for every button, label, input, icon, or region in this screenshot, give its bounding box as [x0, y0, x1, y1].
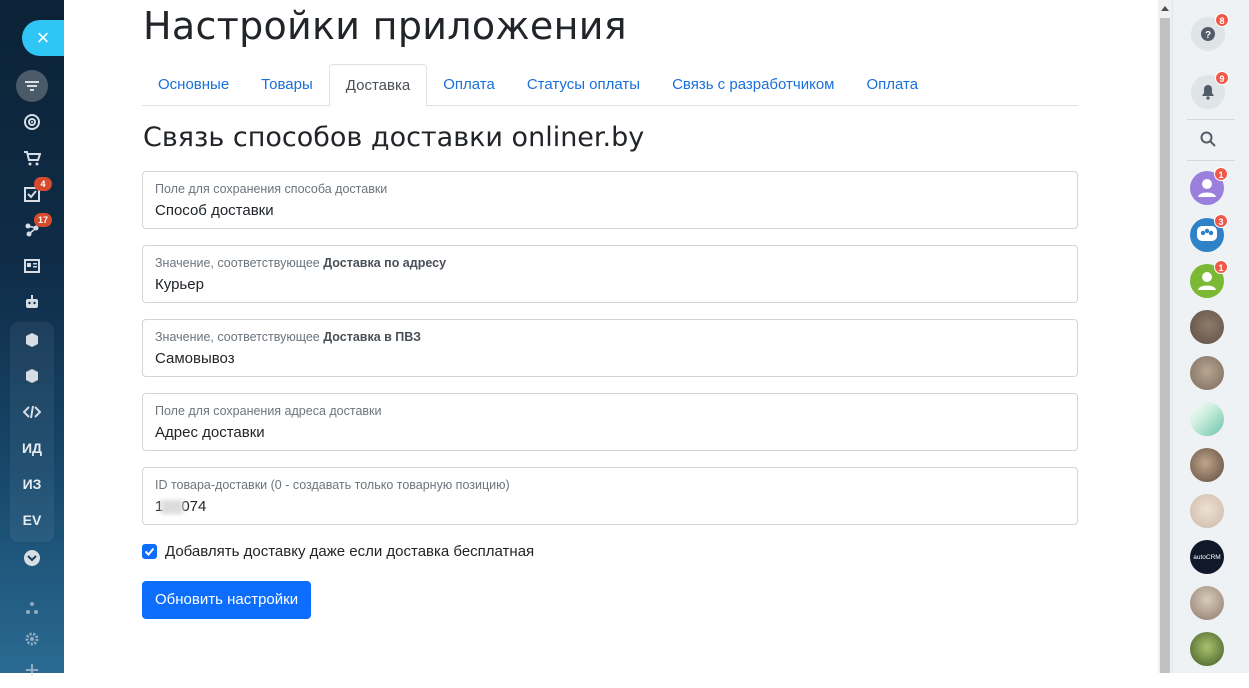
group-chat-badge: 3 [1214, 214, 1228, 228]
checkmark-icon [144, 547, 155, 556]
field-value: Курьер [155, 276, 204, 293]
field-value: 1 074 [155, 498, 207, 515]
nav-app-id[interactable]: ИД [0, 430, 64, 466]
user-photo-avatar[interactable] [1190, 402, 1224, 436]
scroll-up-arrow-icon[interactable] [1161, 6, 1169, 11]
brand-avatar[interactable]: autoCRM [1190, 540, 1224, 574]
field-label: Поле для сохранения способа доставки [155, 182, 388, 196]
tab-payment-2[interactable]: Оплата [850, 64, 934, 106]
user-photo-avatar[interactable] [1190, 494, 1224, 528]
nav-app-box-1[interactable] [0, 322, 64, 358]
chevron-down-icon [24, 550, 40, 566]
code-icon [23, 405, 41, 419]
contact-badge: 1 [1214, 167, 1228, 181]
user-photo-avatar[interactable] [1190, 448, 1224, 482]
nav-tasks[interactable]: 4 [0, 176, 64, 212]
tab-delivery[interactable]: Доставка [328, 64, 428, 107]
tab-contact-developer[interactable]: Связь с разработчиком [656, 64, 850, 106]
close-button[interactable]: × [22, 20, 64, 56]
cart-icon [24, 151, 41, 166]
user-photo-avatar[interactable] [1190, 586, 1224, 620]
robot-icon [26, 295, 38, 308]
free-delivery-label: Добавлять доставку даже если доставка бе… [165, 543, 535, 560]
field-label: ID товара-доставки (0 - создавать только… [155, 478, 510, 492]
scrollbar[interactable] [1158, 0, 1172, 673]
tasks-badge: 4 [34, 177, 52, 191]
divider [1187, 119, 1235, 120]
delivery-product-id-field[interactable]: ID товара-доставки (0 - создавать только… [142, 467, 1078, 525]
tab-payment-statuses[interactable]: Статусы оплаты [511, 64, 656, 106]
contact-badge: 1 [1214, 260, 1228, 274]
nav-target[interactable] [0, 104, 64, 140]
gear-icon [25, 632, 39, 646]
section-title: Связь способов доставки onliner.by [143, 122, 645, 153]
nav-add[interactable] [0, 652, 64, 688]
field-value: Самовывоз [155, 350, 235, 367]
nav-app-ev[interactable]: EV [0, 502, 64, 538]
nav-crm[interactable]: 17 [0, 212, 64, 248]
user-photo-avatar[interactable] [1190, 632, 1224, 666]
user-photo-avatar[interactable] [1190, 356, 1224, 390]
tab-main[interactable]: Основные [142, 64, 245, 106]
contact-avatar[interactable]: 1 [1190, 260, 1228, 298]
notifications-badge: 9 [1215, 71, 1229, 85]
bell-icon [1202, 85, 1214, 100]
pickup-value-field[interactable]: Значение, соответствующее Доставка в ПВЗ… [142, 319, 1078, 377]
main-content: Настройки приложения Основные Товары Дос… [64, 0, 1158, 673]
plus-icon [26, 664, 38, 676]
notifications-button[interactable]: 9 [1191, 71, 1229, 109]
box-icon [26, 333, 38, 347]
nav-app-box-2[interactable] [0, 358, 64, 394]
nav-app-code[interactable] [0, 394, 64, 430]
field-value: Способ доставки [155, 202, 274, 219]
help-button[interactable]: ? 8 [1191, 13, 1229, 51]
page-title: Настройки приложения [143, 4, 627, 48]
nav-shop[interactable] [0, 140, 64, 176]
field-value: Адрес доставки [155, 424, 265, 441]
redacted-digits [161, 500, 184, 515]
nav-contacts[interactable] [0, 248, 64, 284]
nav-filter[interactable] [0, 68, 64, 104]
search-button[interactable] [1191, 122, 1225, 156]
free-delivery-checkbox[interactable] [142, 544, 157, 559]
left-sidebar: × 4 17 ИД ИЗ EV [0, 0, 64, 676]
brand-avatar-text: autoCRM [1193, 553, 1221, 561]
right-sidebar: ? 8 9 1 3 1 autoCRM [1172, 0, 1249, 673]
help-badge: 8 [1215, 13, 1229, 27]
help-icon: ? [1201, 27, 1215, 41]
field-label: Значение, соответствующее Доставка по ад… [155, 256, 447, 270]
tab-bar: Основные Товары Доставка Оплата Статусы … [142, 64, 1078, 107]
sitemap-icon [26, 602, 38, 614]
delivery-address-field[interactable]: Поле для сохранения адреса доставки Адре… [142, 393, 1078, 451]
scrollbar-thumb[interactable] [1160, 18, 1170, 673]
contact-card-icon [24, 259, 40, 273]
svg-text:?: ? [1205, 30, 1211, 41]
field-label: Значение, соответствующее Доставка в ПВЗ [155, 330, 421, 344]
box-icon [26, 369, 38, 383]
divider [1187, 160, 1235, 161]
courier-value-field[interactable]: Значение, соответствующее Доставка по ад… [142, 245, 1078, 303]
target-icon [24, 114, 40, 130]
contact-avatar[interactable]: 1 [1190, 167, 1228, 205]
crm-badge: 17 [34, 213, 52, 227]
tab-payment[interactable]: Оплата [427, 64, 511, 106]
filter-icon [16, 70, 48, 102]
nav-robot[interactable] [0, 284, 64, 320]
tab-products[interactable]: Товары [245, 64, 329, 106]
user-photo-avatar[interactable] [1190, 310, 1224, 344]
field-label: Поле для сохранения адреса доставки [155, 404, 382, 418]
nav-app-iz[interactable]: ИЗ [0, 466, 64, 502]
delivery-method-field[interactable]: Поле для сохранения способа доставки Спо… [142, 171, 1078, 229]
nav-more[interactable] [0, 540, 64, 576]
update-settings-button[interactable]: Обновить настройки [142, 581, 312, 619]
group-chat-avatar[interactable]: 3 [1190, 214, 1228, 252]
search-icon [1200, 131, 1216, 147]
free-delivery-option[interactable]: Добавлять доставку даже если доставка бе… [142, 543, 534, 560]
